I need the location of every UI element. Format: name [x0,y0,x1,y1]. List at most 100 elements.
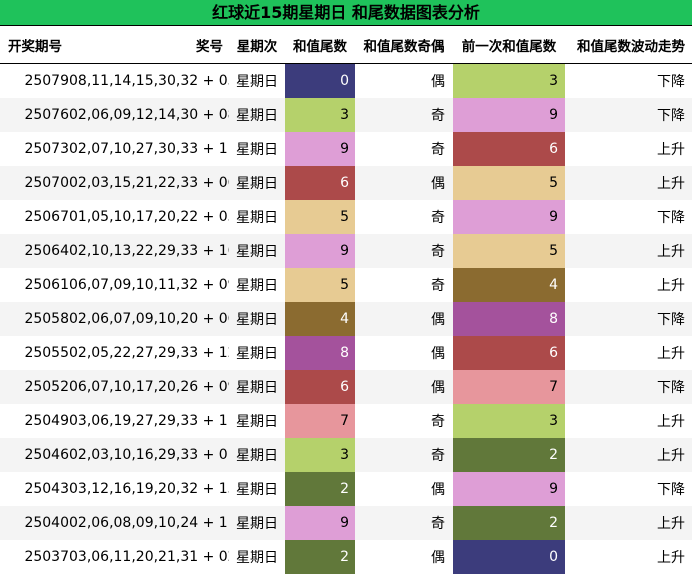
prev-tail-cell: 3 [453,404,565,438]
prev-tail-cell: 4 [453,268,565,302]
issue-cell: 25073 [24,141,69,157]
issue-cell: 25049 [24,413,69,429]
weekday-cell: 星期日 [236,176,278,192]
header-sum-tail: 和值尾数 [285,26,355,64]
sum-tail-cell: 6 [285,370,355,404]
weekday-cell: 星期日 [236,244,278,260]
weekday-cell: 星期日 [236,142,278,158]
sum-tail-cell: 6 [285,166,355,200]
parity-cell: 奇 [431,210,445,226]
sum-tail-cell: 2 [285,540,355,574]
prev-tail-cell: 5 [453,166,565,200]
sum-tail-cell: 3 [285,98,355,132]
parity-cell: 奇 [431,244,445,260]
parity-cell: 奇 [431,142,445,158]
parity-cell: 奇 [431,448,445,464]
trend-cell: 下降 [657,380,685,396]
sum-tail-cell: 7 [285,404,355,438]
parity-cell: 偶 [431,550,445,566]
table-body: 25079 08,11,14,15,30,32 + 05 星期日 0 偶 3 下降 25076… [0,63,692,574]
trend-cell: 下降 [657,210,685,226]
issue-cell: 25055 [24,345,69,361]
weekday-cell: 星期日 [236,210,278,226]
header-numbers: 奖号 [69,26,229,64]
sum-tail-cell: 3 [285,438,355,472]
issue-cell: 25052 [24,379,69,395]
numbers-cell: 01,05,10,17,20,22 + 05 [69,209,229,225]
table-row: 25037 03,06,11,20,21,31 + 02 星期日 2 偶 0 上升 [0,540,692,574]
table-row: 25064 02,10,13,22,29,33 + 16 星期日 9 奇 5 上升 [0,234,692,268]
table-row: 25067 01,05,10,17,20,22 + 05 星期日 5 奇 9 下降 [0,200,692,234]
trend-cell: 下降 [657,74,685,90]
prev-tail-cell: 9 [453,98,565,132]
weekday-cell: 星期日 [236,74,278,90]
issue-cell: 25076 [24,107,69,123]
sum-tail-cell: 4 [285,302,355,336]
trend-cell: 下降 [657,482,685,498]
trend-cell: 上升 [657,278,685,294]
numbers-cell: 06,07,09,10,11,32 + 09 [69,277,229,293]
trend-cell: 上升 [657,176,685,192]
trend-cell: 上升 [657,142,685,158]
header-issue: 开奖期号 [0,26,69,64]
trend-cell: 下降 [657,312,685,328]
table-row: 25073 02,07,10,27,30,33 + 11 星期日 9 奇 6 上升 [0,132,692,166]
weekday-cell: 星期日 [236,312,278,328]
issue-cell: 25064 [24,243,69,259]
issue-cell: 25037 [24,549,69,565]
numbers-cell: 03,12,16,19,20,32 + 13 [69,481,229,497]
numbers-cell: 02,03,15,21,22,33 + 06 [69,175,229,191]
parity-cell: 偶 [431,176,445,192]
table-row: 25049 03,06,19,27,29,33 + 11 星期日 7 奇 3 上升 [0,404,692,438]
header-weekday: 星期次 [229,26,285,64]
parity-cell: 奇 [431,278,445,294]
sum-tail-cell: 9 [285,234,355,268]
weekday-cell: 星期日 [236,516,278,532]
parity-cell: 偶 [431,380,445,396]
table-row: 25070 02,03,15,21,22,33 + 06 星期日 6 偶 5 上升 [0,166,692,200]
data-table: 开奖期号 奖号 星期次 和值尾数 和值尾数奇偶 前一次和值尾数 和值尾数波动走势… [0,26,692,574]
parity-cell: 偶 [431,74,445,90]
table-row: 25040 02,06,08,09,10,24 + 11 星期日 9 奇 2 上升 [0,506,692,540]
sum-tail-cell: 8 [285,336,355,370]
parity-cell: 偶 [431,346,445,362]
trend-cell: 上升 [657,550,685,566]
sum-tail-cell: 5 [285,200,355,234]
table-row: 25061 06,07,09,10,11,32 + 09 星期日 5 奇 4 上升 [0,268,692,302]
numbers-cell: 06,07,10,17,20,26 + 09 [69,379,229,395]
header-prev-tail: 前一次和值尾数 [453,26,565,64]
prev-tail-cell: 0 [453,540,565,574]
numbers-cell: 03,06,11,20,21,31 + 02 [69,549,229,565]
prev-tail-cell: 2 [453,438,565,472]
table-row: 25046 02,03,10,16,29,33 + 01 星期日 3 奇 2 上升 [0,438,692,472]
numbers-cell: 02,03,10,16,29,33 + 01 [69,447,229,463]
issue-cell: 25070 [24,175,69,191]
parity-cell: 偶 [431,312,445,328]
prev-tail-cell: 6 [453,336,565,370]
prev-tail-cell: 8 [453,302,565,336]
numbers-cell: 02,06,08,09,10,24 + 11 [69,515,229,531]
sum-tail-cell: 0 [285,63,355,98]
parity-cell: 偶 [431,482,445,498]
sum-tail-cell: 5 [285,268,355,302]
trend-cell: 上升 [657,448,685,464]
issue-cell: 25040 [24,515,69,531]
prev-tail-cell: 9 [453,472,565,506]
numbers-cell: 02,05,22,27,29,33 + 12 [69,345,229,361]
trend-cell: 下降 [657,108,685,124]
table-header-row: 开奖期号 奖号 星期次 和值尾数 和值尾数奇偶 前一次和值尾数 和值尾数波动走势 [0,26,692,64]
weekday-cell: 星期日 [236,278,278,294]
prev-tail-cell: 7 [453,370,565,404]
issue-cell: 25046 [24,447,69,463]
weekday-cell: 星期日 [236,108,278,124]
trend-cell: 上升 [657,516,685,532]
prev-tail-cell: 5 [453,234,565,268]
issue-cell: 25061 [24,277,69,293]
trend-cell: 上升 [657,414,685,430]
weekday-cell: 星期日 [236,550,278,566]
numbers-cell: 03,06,19,27,29,33 + 11 [69,413,229,429]
numbers-cell: 08,11,14,15,30,32 + 05 [69,73,229,89]
header-parity: 和值尾数奇偶 [355,26,453,64]
weekday-cell: 星期日 [236,448,278,464]
table-row: 25079 08,11,14,15,30,32 + 05 星期日 0 偶 3 下降 [0,63,692,98]
